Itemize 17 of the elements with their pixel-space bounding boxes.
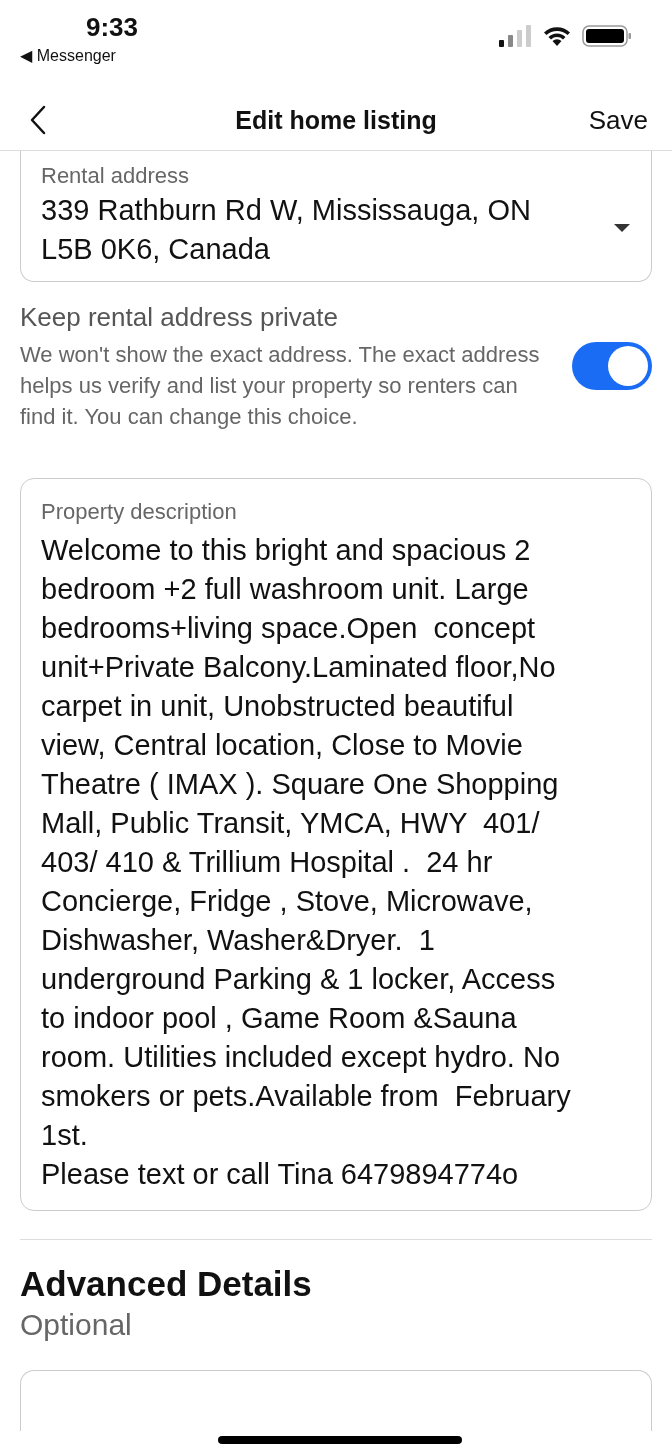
status-time: 9:33 (86, 12, 139, 42)
save-button[interactable]: Save (588, 104, 648, 136)
dropdown-caret-icon (613, 223, 631, 233)
back-to-app-link[interactable]: ◀ Messenger (20, 46, 116, 65)
wifi-icon (542, 24, 572, 48)
page-title: Edit home listing (235, 105, 437, 134)
section-title: Advanced Details (20, 1264, 313, 1304)
battery-icon (582, 24, 632, 48)
description-field[interactable]: Property description Welcome to this bright and spacious 2 bedroom +2 full washroom unit. Large bedrooms+living space.Open concept unit+Private Balcony.Laminated floor,No carpet in unit, Unobstructed beautiful view, Central location, Close to Movie Theatre ( IMAX ). Square One Shopping Mall, Public Transit, YMCA, HWY 401/ 403/ 410 & Trillium Hospital . 24 hr Concierge, Fridge , Stove, Microwave, Dishwasher, Washer&Dryer. 1 underground Parking & 1 locker, Access to indoor pool , Game Room &Sauna room. Utilities included except hydro. No smokers or pets.Available from February 1st. Please text or call Tina 6479894774o (20, 478, 652, 1211)
input-field[interactable] (20, 1370, 652, 1431)
section-subtitle: Optional (20, 1308, 133, 1342)
setting-title: Keep rental address private (20, 302, 339, 333)
address-field[interactable]: Rental address 339 Rathburn Rd W, Mississauga, ON L5B 0K6, Canada (20, 151, 652, 282)
setting-description: We won't show the exact address. The exact address helps us verify and list your property so renters can find it. You can change this choice. (20, 341, 541, 431)
signal-icon (498, 24, 532, 48)
chevron-left-icon (28, 104, 48, 136)
toggle-switch[interactable] (572, 341, 652, 390)
